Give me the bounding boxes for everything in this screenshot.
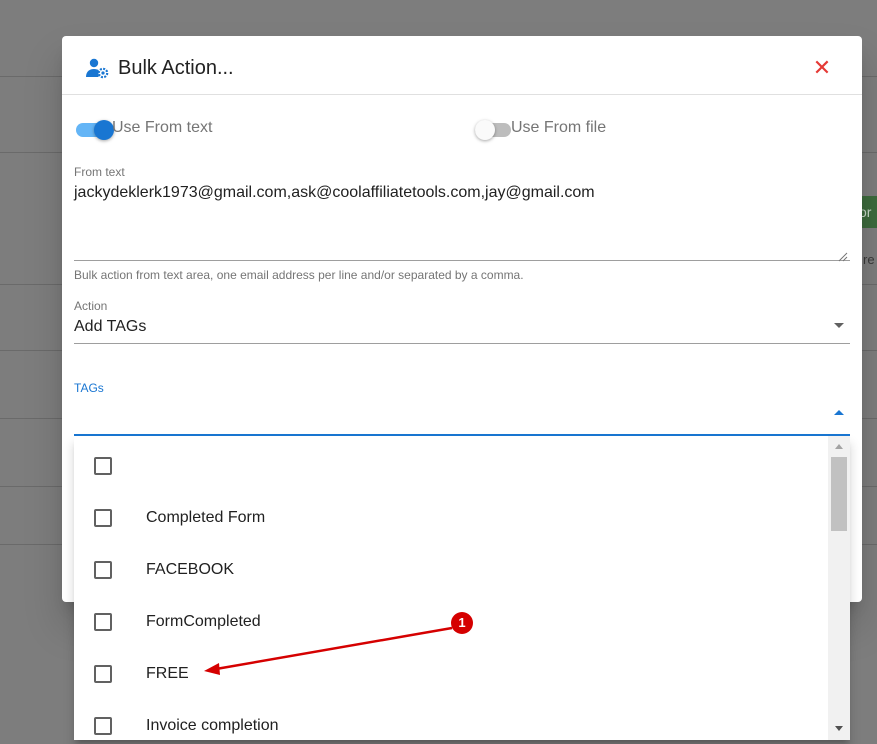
tag-option-label: FormCompleted bbox=[146, 613, 261, 630]
dialog-title: Bulk Action... bbox=[118, 57, 234, 79]
tag-option-label: Completed Form bbox=[146, 509, 266, 526]
use-from-file-label: Use From file bbox=[511, 119, 607, 136]
from-text-textarea[interactable]: jackydeklerk1973@gmail.com,ask@coolaffil… bbox=[74, 183, 850, 262]
resize-handle-icon[interactable] bbox=[838, 248, 848, 262]
scroll-up-arrow-icon[interactable] bbox=[835, 444, 843, 449]
tags-label: TAGs bbox=[74, 381, 104, 395]
tag-option[interactable] bbox=[74, 442, 828, 494]
scrollbar-thumb[interactable] bbox=[831, 457, 847, 531]
tag-option[interactable]: Completed Form bbox=[74, 494, 828, 546]
switch-thumb bbox=[94, 120, 114, 140]
action-value: Add TAGs bbox=[74, 318, 147, 335]
tag-option[interactable]: Invoice completion bbox=[74, 702, 828, 740]
action-select[interactable]: Add TAGs bbox=[74, 314, 850, 344]
from-text-hint: Bulk action from text area, one email ad… bbox=[74, 268, 524, 282]
dialog-header: Bulk Action... ✕ bbox=[62, 36, 862, 95]
annotation-badge: 1 bbox=[451, 612, 473, 634]
tag-option-label: FREE bbox=[146, 665, 189, 682]
action-label: Action bbox=[74, 299, 108, 313]
checkbox-icon[interactable] bbox=[94, 457, 112, 475]
checkbox-icon[interactable] bbox=[94, 665, 112, 683]
tags-dropdown-menu: Completed Form FACEBOOK FormCompleted FR… bbox=[74, 436, 850, 740]
menu-scrollbar[interactable] bbox=[828, 436, 850, 740]
from-text-label: From text bbox=[74, 165, 125, 179]
scroll-down-arrow-icon[interactable] bbox=[835, 726, 843, 731]
checkbox-icon[interactable] bbox=[94, 717, 112, 735]
checkbox-icon[interactable] bbox=[94, 561, 112, 579]
tags-select[interactable] bbox=[74, 404, 850, 436]
background-text: re bbox=[863, 252, 875, 267]
from-text-value: jackydeklerk1973@gmail.com,ask@coolaffil… bbox=[74, 184, 595, 201]
tag-option-label: Invoice completion bbox=[146, 717, 279, 734]
chevron-up-icon bbox=[834, 410, 844, 415]
checkbox-icon[interactable] bbox=[94, 509, 112, 527]
checkbox-icon[interactable] bbox=[94, 613, 112, 631]
user-cog-icon bbox=[86, 58, 110, 80]
tag-option[interactable]: FREE bbox=[74, 650, 828, 702]
tag-option[interactable]: FACEBOOK bbox=[74, 546, 828, 598]
close-button[interactable]: ✕ bbox=[810, 56, 834, 80]
use-from-text-label: Use From text bbox=[112, 119, 213, 136]
chevron-down-icon bbox=[834, 323, 844, 328]
tag-option-label: FACEBOOK bbox=[146, 561, 235, 578]
switch-thumb bbox=[475, 120, 495, 140]
